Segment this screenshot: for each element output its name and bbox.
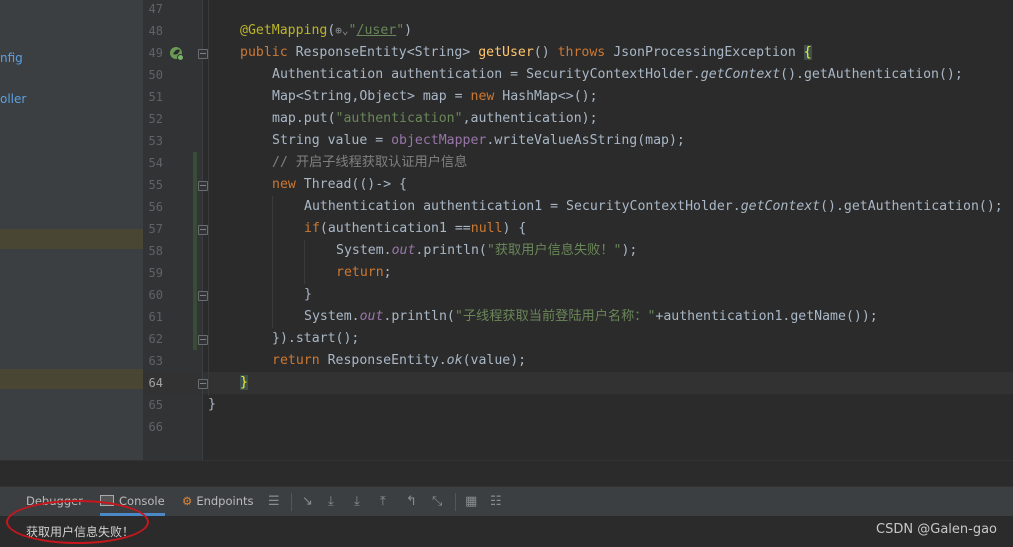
code-line: map.put("authentication",authentication)…: [272, 111, 598, 126]
code-line: return;: [336, 265, 392, 280]
spring-bean-run-icon[interactable]: [168, 45, 185, 62]
code-comment: // 开启子线程获取认证用户信息: [272, 155, 468, 170]
line-number-current: 64: [148, 376, 163, 390]
tab-endpoints[interactable]: ⚙ Endpoints: [182, 487, 254, 516]
line-number: 63: [148, 354, 163, 368]
evaluate-expression-icon[interactable]: ⤡: [432, 494, 442, 509]
menu-icon[interactable]: ☰: [268, 494, 280, 509]
watermark: CSDN @Galen-gao: [876, 522, 997, 537]
sidebar-highlight-row: [0, 369, 143, 389]
panel-splitter[interactable]: [0, 460, 1013, 487]
tab-endpoints-label: Endpoints: [196, 494, 254, 508]
line-number: 65: [148, 398, 163, 412]
code-line: Authentication authentication = Security…: [272, 67, 963, 82]
endpoints-icon: ⚙: [182, 494, 193, 508]
line-number: 47: [148, 2, 163, 16]
toolbar-separator: [455, 493, 456, 511]
code-line: System.out.println("获取用户信息失败！");: [336, 243, 638, 258]
line-number: 52: [148, 112, 163, 126]
line-number: 49: [148, 46, 163, 60]
line-number: 56: [148, 200, 163, 214]
line-number: 62: [148, 332, 163, 346]
code-line-current: }: [240, 375, 248, 390]
line-number: 55: [148, 178, 163, 192]
table-icon[interactable]: ▦: [465, 494, 477, 509]
indent-guide: [208, 0, 209, 396]
request-path-link[interactable]: /user: [357, 23, 397, 38]
code-line: return ResponseEntity.ok(value);: [272, 353, 527, 368]
code-line: System.out.println("子线程获取当前登陆用户名称："+auth…: [304, 309, 878, 324]
code-line: Authentication authentication1 = Securit…: [304, 199, 1003, 214]
step-over-icon[interactable]: ⤓: [328, 494, 334, 509]
console-output-panel[interactable]: 获取用户信息失败！: [0, 516, 1013, 547]
code-line: }).start();: [272, 331, 360, 346]
line-number: 48: [148, 24, 163, 38]
line-number: 61: [148, 310, 163, 324]
code-line: new Thread(()-> {: [272, 177, 407, 192]
show-execution-point-icon[interactable]: ↘: [302, 494, 313, 509]
debug-toolbar: Debugger Console ⚙ Endpoints ☰ ↘ ⤓ ⤓ ⤒ ↰ …: [0, 486, 1013, 517]
code-line: Map<String,Object> map = new HashMap<>()…: [272, 89, 598, 104]
line-number: 60: [148, 288, 163, 302]
code-line: String value = objectMapper.writeValueAs…: [272, 133, 685, 148]
sidebar-highlight-row: [0, 229, 143, 249]
line-number: 51: [148, 90, 163, 104]
code-line: if(authentication1 ==null) {: [304, 221, 527, 236]
annotation-ellipse: [6, 500, 149, 544]
line-number: 58: [148, 244, 163, 258]
run-to-cursor-icon[interactable]: ↰: [406, 494, 417, 509]
step-out-icon[interactable]: ⤒: [380, 494, 386, 509]
sidebar-item-controller[interactable]: oller: [0, 92, 26, 106]
vcs-change-marker[interactable]: [193, 152, 197, 350]
line-number: 54: [148, 156, 163, 170]
toolbar-separator: [291, 493, 292, 511]
code-line: }: [304, 287, 312, 302]
project-sidebar: nfig oller: [0, 0, 143, 460]
code-editor[interactable]: @GetMapping(⊕⌄"/user") public ResponseEn…: [203, 0, 1013, 460]
line-number: 50: [148, 68, 163, 82]
code-line: public ResponseEntity<String> getUser() …: [240, 45, 812, 60]
step-into-icon[interactable]: ⤓: [354, 494, 360, 509]
indent-guide: [304, 240, 305, 284]
line-number: 66: [148, 420, 163, 434]
settings-list-icon[interactable]: ☷: [490, 494, 502, 509]
line-number: 57: [148, 222, 163, 236]
indent-guide: [272, 196, 273, 328]
sidebar-item-config[interactable]: nfig: [0, 51, 23, 65]
line-number: 59: [148, 266, 163, 280]
code-line: @GetMapping(⊕⌄"/user"): [240, 23, 413, 38]
globe-icon[interactable]: ⊕⌄: [335, 24, 348, 37]
line-number: 53: [148, 134, 163, 148]
code-line: }: [208, 397, 216, 412]
